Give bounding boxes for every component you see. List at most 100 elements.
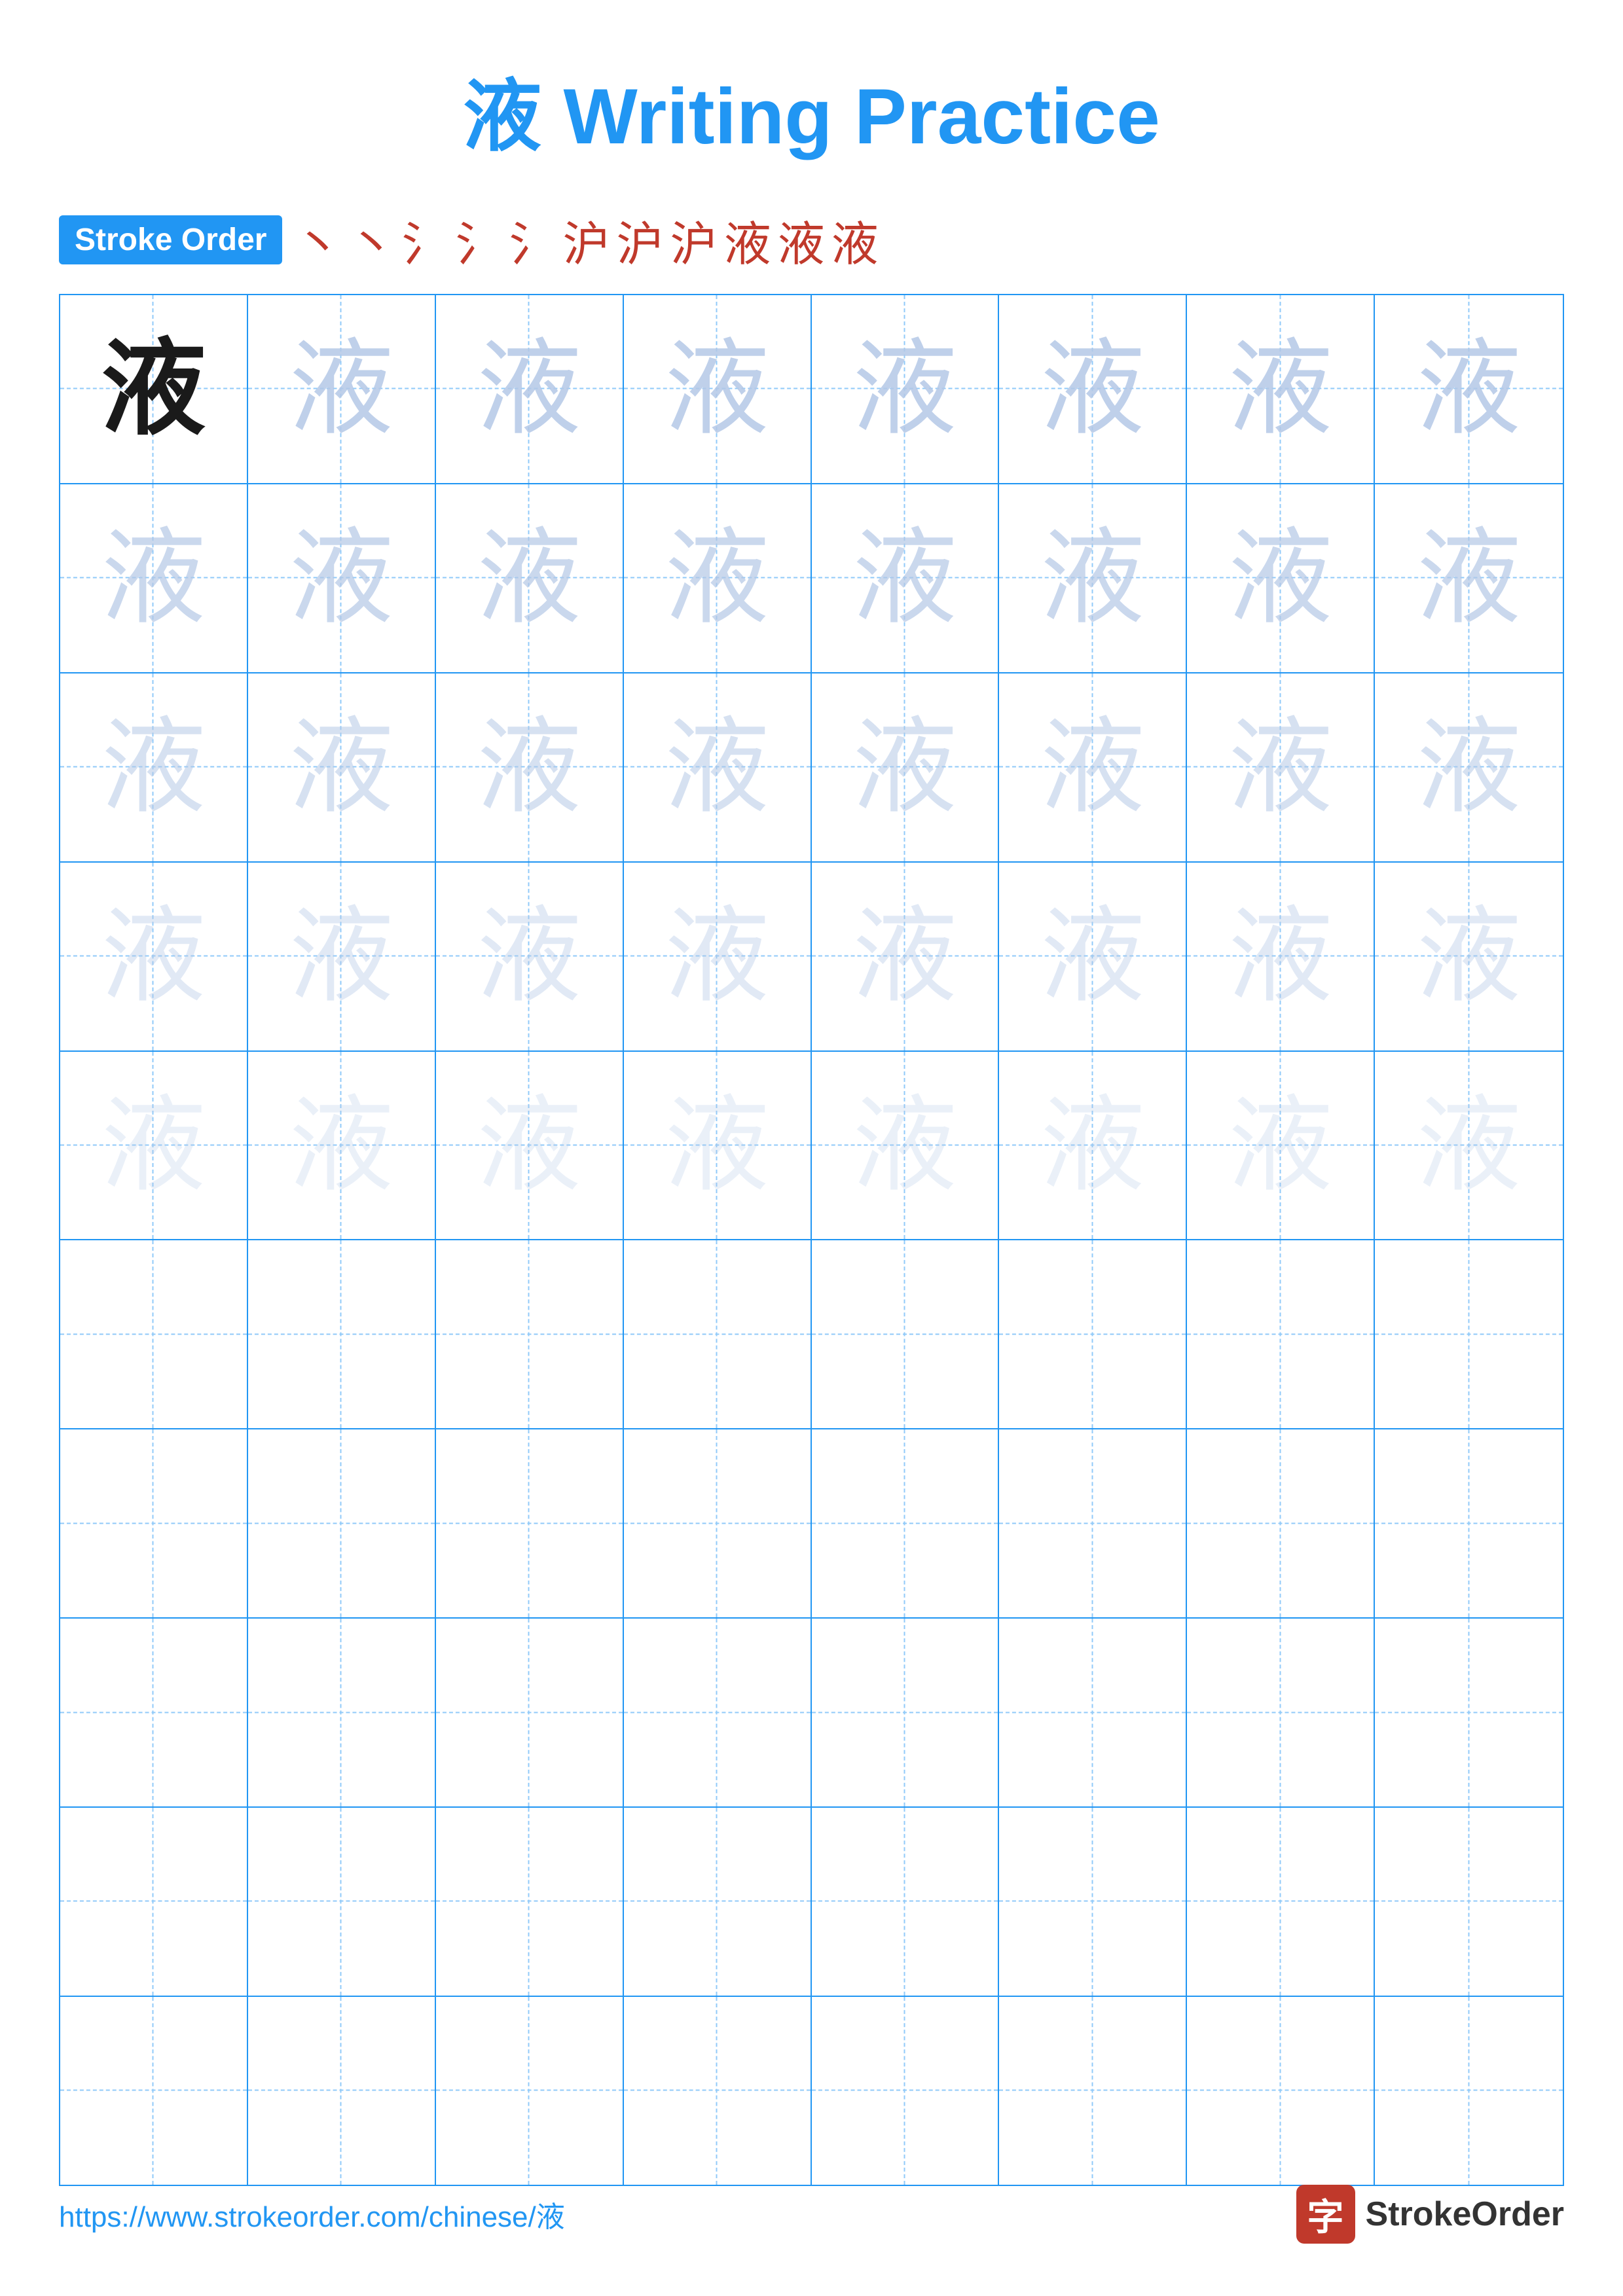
grid-row <box>60 1619 1563 1808</box>
grid-cell[interactable]: 液 <box>1187 1052 1375 1240</box>
grid-cell[interactable]: 液 <box>436 1052 624 1240</box>
grid-cell[interactable] <box>436 1619 624 1806</box>
grid-cell[interactable] <box>812 1240 1000 1428</box>
grid-row: 液 液 液 液 液 液 液 液 <box>60 863 1563 1052</box>
grid-cell[interactable]: 液 <box>60 484 248 672</box>
grid-cell[interactable] <box>999 1619 1187 1806</box>
grid-cell[interactable] <box>436 1429 624 1617</box>
grid-cell[interactable] <box>999 1997 1187 2185</box>
grid-cell[interactable] <box>624 1240 812 1428</box>
grid-cell[interactable] <box>60 1808 248 1996</box>
grid-cell[interactable]: 液 <box>436 295 624 483</box>
grid-cell[interactable]: 液 <box>1375 1052 1563 1240</box>
grid-cell[interactable] <box>624 1429 812 1617</box>
grid-cell[interactable]: 液 <box>248 863 436 1050</box>
grid-cell[interactable]: 液 <box>1187 484 1375 672</box>
grid-cell[interactable]: 液 <box>812 1052 1000 1240</box>
grid-cell[interactable]: 液 <box>1375 863 1563 1050</box>
grid-cell[interactable] <box>624 1808 812 1996</box>
grid-cell[interactable] <box>248 1240 436 1428</box>
grid-cell[interactable]: 液 <box>812 295 1000 483</box>
stroke-order-badge: Stroke Order <box>59 215 282 264</box>
grid-cell[interactable] <box>812 1619 1000 1806</box>
grid-cell[interactable] <box>60 1619 248 1806</box>
grid-cell[interactable]: 液 <box>624 863 812 1050</box>
footer-logo: 字 StrokeOrder <box>1296 2185 1564 2244</box>
grid-cell[interactable]: 液 <box>624 484 812 672</box>
grid-cell[interactable] <box>248 1997 436 2185</box>
grid-cell[interactable]: 液 <box>999 673 1187 861</box>
grid-row: 液 液 液 液 液 液 液 液 <box>60 484 1563 673</box>
grid-cell[interactable]: 液 <box>60 863 248 1050</box>
grid-cell[interactable]: 液 <box>436 484 624 672</box>
grid-cell[interactable] <box>999 1429 1187 1617</box>
grid-cell[interactable] <box>1375 1997 1563 2185</box>
page-title: 液 Writing Practice <box>0 0 1623 206</box>
grid-row: 液 液 液 液 液 液 液 液 <box>60 673 1563 863</box>
grid-cell[interactable]: 液 <box>248 295 436 483</box>
grid-row <box>60 1808 1563 1997</box>
grid-cell[interactable] <box>436 1997 624 2185</box>
grid-cell[interactable] <box>1375 1619 1563 1806</box>
grid-cell[interactable] <box>1187 1808 1375 1996</box>
grid-cell[interactable]: 液 <box>60 1052 248 1240</box>
grid-cell[interactable]: 液 <box>248 484 436 672</box>
grid-cell[interactable]: 液 <box>999 1052 1187 1240</box>
grid-cell[interactable]: 液 <box>999 295 1187 483</box>
footer-url[interactable]: https://www.strokeorder.com/chinese/液 <box>59 2193 565 2235</box>
grid-cell[interactable] <box>1187 1429 1375 1617</box>
grid-cell[interactable]: 液 <box>999 484 1187 672</box>
grid-cell[interactable] <box>1187 1997 1375 2185</box>
grid-cell[interactable] <box>812 1808 1000 1996</box>
grid-cell[interactable]: 液 <box>1375 484 1563 672</box>
grid-cell[interactable]: 液 <box>624 1052 812 1240</box>
grid-cell[interactable] <box>624 1997 812 2185</box>
footer: https://www.strokeorder.com/chinese/液 字 … <box>0 2185 1623 2244</box>
grid-cell[interactable] <box>436 1240 624 1428</box>
grid-cell[interactable] <box>812 1997 1000 2185</box>
grid-cell[interactable]: 液 <box>60 673 248 861</box>
grid-cell[interactable] <box>248 1429 436 1617</box>
grid-cell[interactable] <box>60 1997 248 2185</box>
grid-row <box>60 1429 1563 1619</box>
grid-cell[interactable]: 液 <box>60 295 248 483</box>
grid-cell[interactable]: 液 <box>436 673 624 861</box>
grid-cell[interactable]: 液 <box>1375 295 1563 483</box>
grid-cell[interactable] <box>812 1429 1000 1617</box>
grid-cell[interactable]: 液 <box>624 295 812 483</box>
grid-cell[interactable]: 液 <box>436 863 624 1050</box>
stroke-order-chars: 丶 丶 氵 氵 氵 沪 沪 沪 液 液 液 <box>294 206 878 274</box>
grid-cell[interactable] <box>624 1619 812 1806</box>
grid-row: 液 液 液 液 液 液 液 液 <box>60 1052 1563 1241</box>
grid-cell[interactable] <box>1375 1429 1563 1617</box>
grid-cell[interactable]: 液 <box>1187 863 1375 1050</box>
grid-cell[interactable]: 液 <box>1187 295 1375 483</box>
grid-row: 液 液 液 液 液 液 液 液 <box>60 295 1563 484</box>
grid-cell[interactable]: 液 <box>1375 673 1563 861</box>
grid-cell[interactable] <box>1375 1240 1563 1428</box>
grid-cell[interactable]: 液 <box>812 484 1000 672</box>
grid-cell[interactable]: 液 <box>999 863 1187 1050</box>
footer-logo-text: StrokeOrder <box>1366 2195 1564 2234</box>
grid-cell[interactable] <box>999 1808 1187 1996</box>
grid-cell[interactable] <box>1187 1240 1375 1428</box>
grid-cell[interactable] <box>248 1808 436 1996</box>
grid-cell[interactable] <box>248 1619 436 1806</box>
grid-cell[interactable]: 液 <box>248 1052 436 1240</box>
grid-cell[interactable] <box>60 1429 248 1617</box>
grid-cell[interactable] <box>1187 1619 1375 1806</box>
grid-cell[interactable] <box>1375 1808 1563 1996</box>
grid-cell[interactable]: 液 <box>624 673 812 861</box>
grid-cell[interactable]: 液 <box>1187 673 1375 861</box>
grid-cell[interactable] <box>999 1240 1187 1428</box>
grid-cell[interactable]: 液 <box>248 673 436 861</box>
grid-cell[interactable]: 液 <box>812 863 1000 1050</box>
grid-cell[interactable] <box>436 1808 624 1996</box>
practice-grid: 液 液 液 液 液 液 液 液 液 液 液 液 液 液 液 液 液 液 液 液 … <box>59 294 1564 2186</box>
grid-cell[interactable] <box>60 1240 248 1428</box>
stroke-order-row: Stroke Order 丶 丶 氵 氵 氵 沪 沪 沪 液 液 液 <box>0 206 1623 274</box>
grid-cell[interactable]: 液 <box>812 673 1000 861</box>
grid-row <box>60 1997 1563 2185</box>
grid-row <box>60 1240 1563 1429</box>
footer-logo-icon: 字 <box>1296 2185 1355 2244</box>
